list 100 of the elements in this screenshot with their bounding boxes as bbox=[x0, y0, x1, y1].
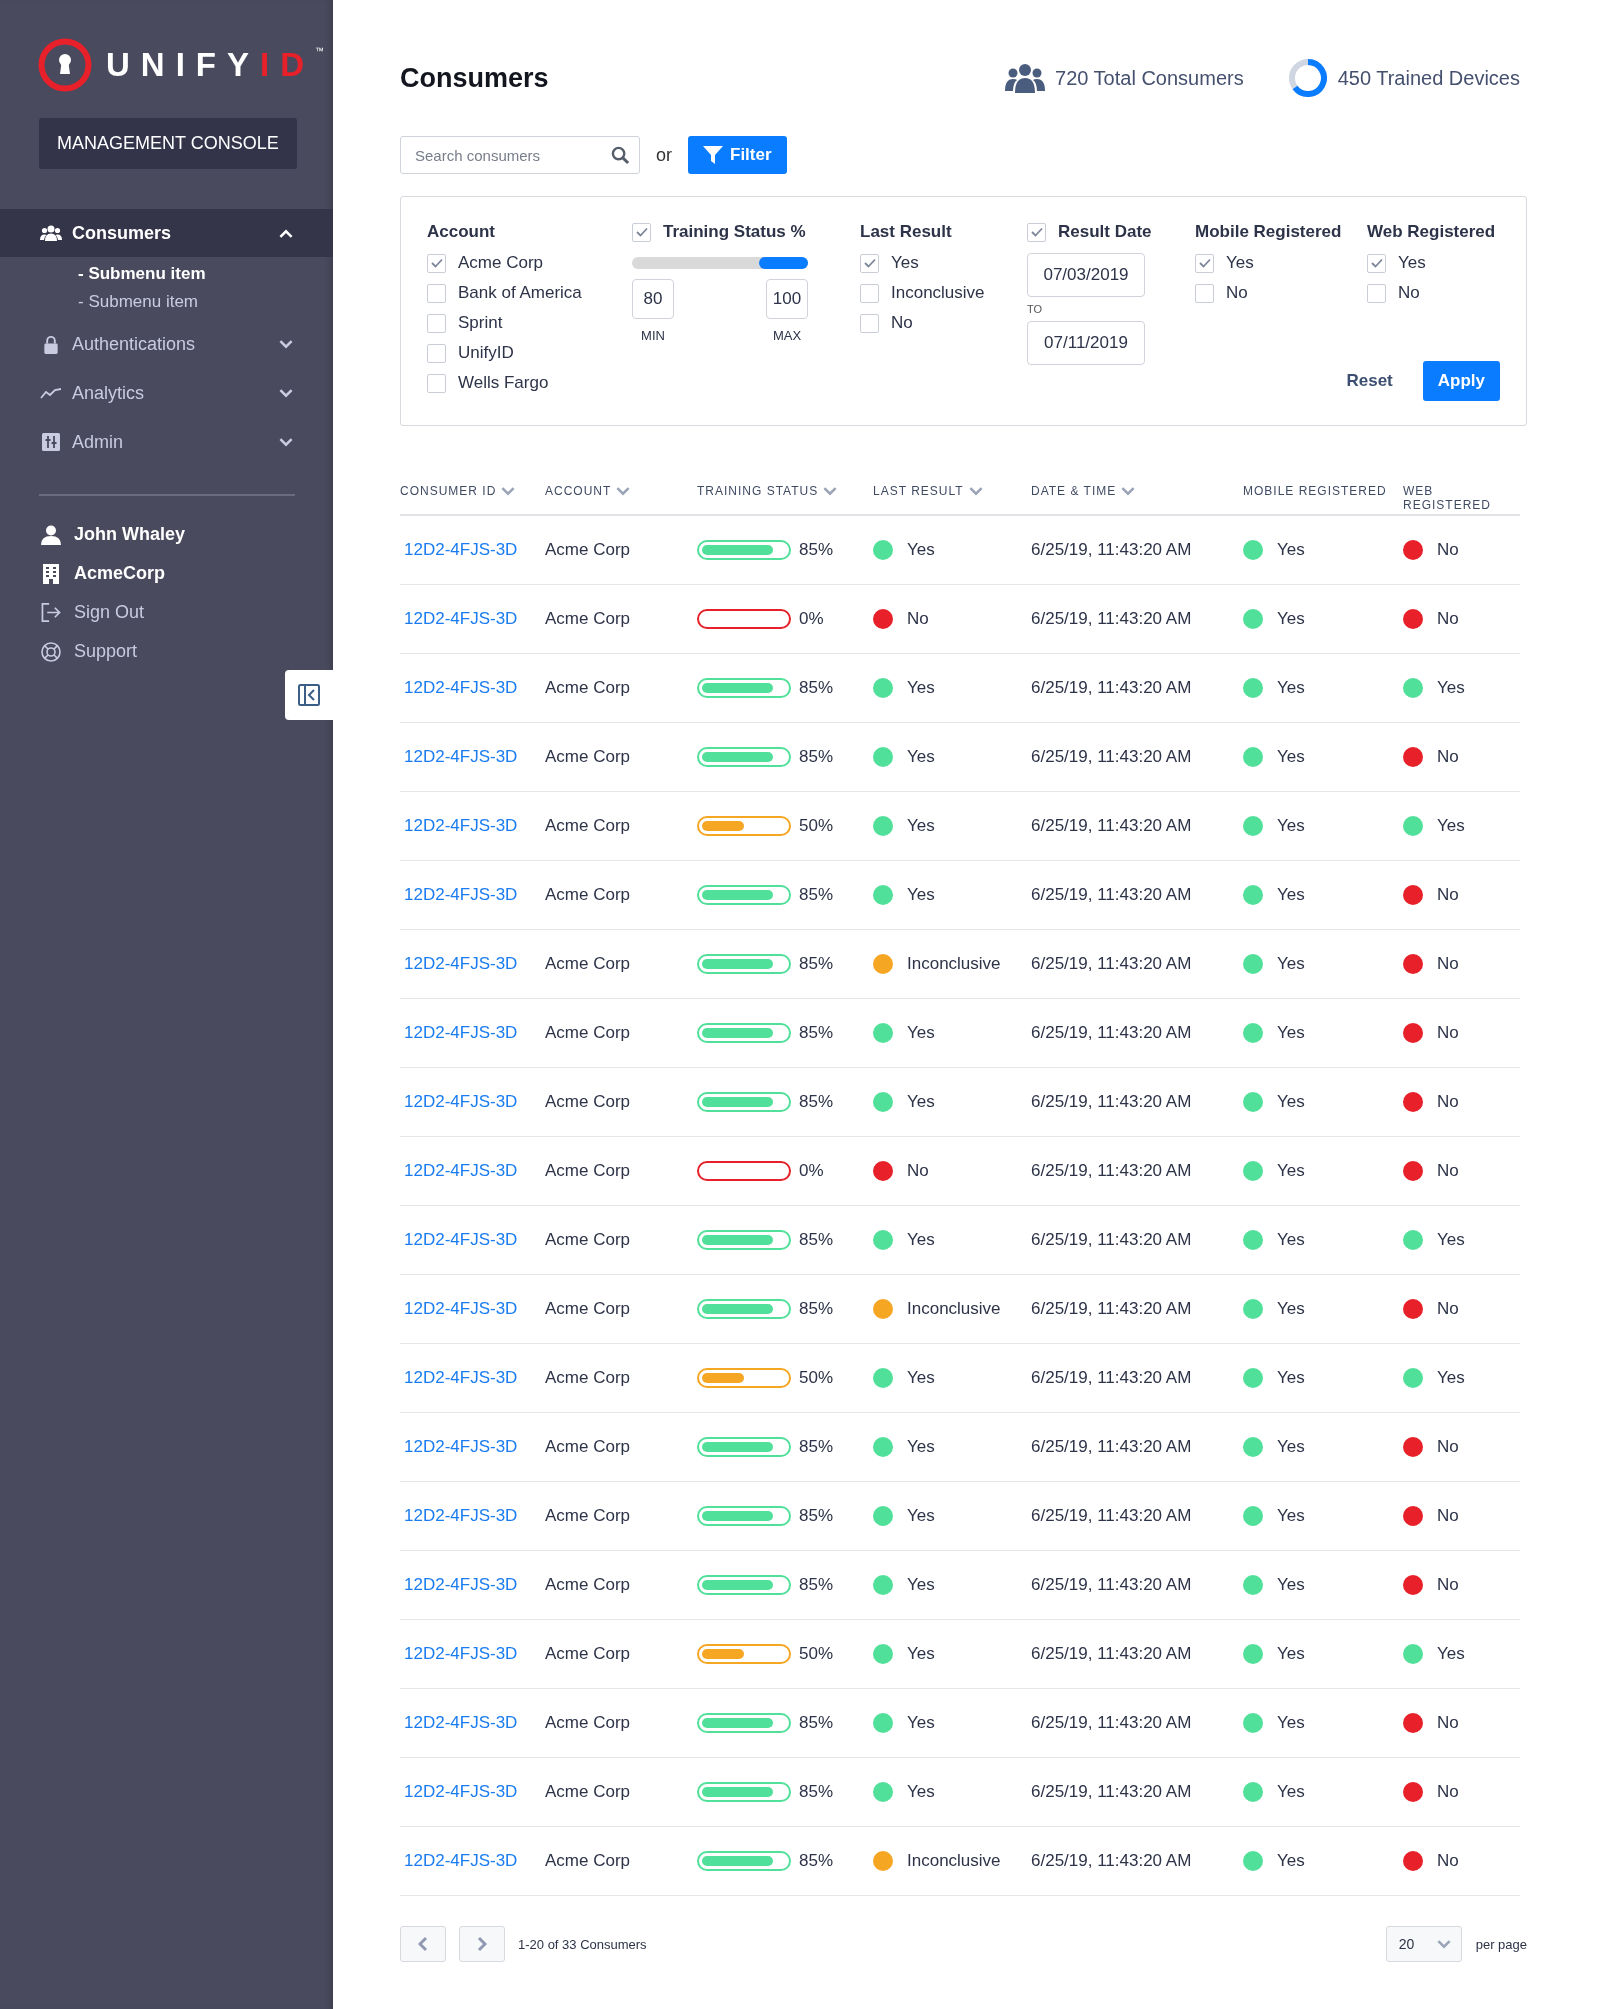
date-time-cell-text: 6/25/19, 11:43:20 AM bbox=[1031, 1161, 1193, 1181]
chevron-down-icon bbox=[279, 437, 293, 447]
checkbox[interactable] bbox=[1367, 253, 1386, 273]
date-field[interactable]: 07/03/2019 bbox=[1027, 253, 1145, 297]
consumer-id-link[interactable]: 12D2-4FJS-3D bbox=[400, 885, 545, 905]
next-page-button[interactable] bbox=[459, 1926, 505, 1962]
previous-page-button[interactable] bbox=[400, 1926, 446, 1962]
range-slider[interactable] bbox=[632, 257, 808, 269]
min-field[interactable]: 80 bbox=[632, 279, 674, 319]
column-header[interactable]: TRAINING STATUS bbox=[697, 484, 873, 498]
checkbox[interactable] bbox=[1195, 253, 1214, 273]
status-text: Inconclusive bbox=[907, 1851, 1001, 1871]
checkbox[interactable] bbox=[632, 222, 651, 242]
checkbox[interactable] bbox=[860, 283, 879, 303]
apply-button[interactable]: Apply bbox=[1422, 361, 1500, 401]
status-text: Yes bbox=[907, 1575, 935, 1595]
consumer-id-link[interactable]: 12D2-4FJS-3D bbox=[400, 1644, 545, 1664]
submenu-item[interactable]: - Submenu item bbox=[78, 264, 333, 284]
people-icon bbox=[40, 225, 62, 241]
checkbox[interactable] bbox=[427, 343, 446, 363]
account-cell-text: Acme Corp bbox=[545, 1575, 632, 1595]
checkbox[interactable] bbox=[427, 253, 446, 273]
or-label: or bbox=[656, 144, 672, 166]
checkbox[interactable] bbox=[1027, 222, 1046, 242]
checkbox[interactable] bbox=[427, 373, 446, 393]
status-text: No bbox=[1437, 1851, 1459, 1871]
column-header: MOBILE REGISTERED bbox=[1243, 484, 1388, 498]
date-time-cell-text: 6/25/19, 11:43:20 AM bbox=[1031, 816, 1193, 836]
max-field[interactable]: 100 bbox=[766, 279, 808, 319]
date-time-cell-text: 6/25/19, 11:43:20 AM bbox=[1031, 678, 1193, 698]
consumer-id-link[interactable]: 12D2-4FJS-3D bbox=[400, 1299, 545, 1319]
consumer-id-link[interactable]: 12D2-4FJS-3D bbox=[400, 1368, 545, 1388]
option-label: UnifyID bbox=[458, 343, 514, 363]
consumer-id-link[interactable]: 12D2-4FJS-3D bbox=[400, 747, 545, 767]
progress-reading: 50% bbox=[799, 816, 834, 836]
lifebuoy-icon bbox=[40, 641, 62, 662]
consumer-id-link[interactable]: 12D2-4FJS-3D bbox=[400, 1230, 545, 1250]
nav-item[interactable]: Analytics bbox=[0, 369, 333, 417]
column-header[interactable]: LAST RESULT bbox=[873, 484, 1031, 498]
filter-button[interactable]: Filter bbox=[688, 136, 787, 174]
nav-item[interactable]: Authentications bbox=[0, 320, 333, 368]
filter-title: Training Status % bbox=[663, 222, 806, 242]
consumer-id-link[interactable]: 12D2-4FJS-3D bbox=[400, 1161, 545, 1181]
consumer-id-link[interactable]: 12D2-4FJS-3D bbox=[400, 540, 545, 560]
consumer-id-link[interactable]: 12D2-4FJS-3D bbox=[400, 678, 545, 698]
status-text: No bbox=[1437, 1437, 1459, 1457]
progress-reading: 0% bbox=[799, 1161, 824, 1181]
consumer-id-link[interactable]: 12D2-4FJS-3D bbox=[400, 1023, 545, 1043]
consumer-id-link[interactable]: 12D2-4FJS-3D bbox=[400, 1092, 545, 1112]
progress-reading: 85% bbox=[799, 1299, 834, 1319]
checkbox[interactable] bbox=[860, 253, 879, 273]
account-link[interactable]: Sign Out bbox=[40, 602, 333, 623]
status-text: Yes bbox=[1277, 747, 1305, 767]
checkbox[interactable] bbox=[427, 313, 446, 333]
max-label: MAX bbox=[772, 328, 802, 343]
account-link[interactable]: Support bbox=[40, 641, 333, 662]
column-header[interactable]: CONSUMER ID bbox=[400, 484, 545, 498]
date-field[interactable]: 07/11/2019 bbox=[1027, 321, 1145, 365]
checkbox[interactable] bbox=[860, 313, 879, 333]
status-text: Yes bbox=[1277, 1023, 1305, 1043]
checkbox[interactable] bbox=[1367, 283, 1386, 303]
status-text: Inconclusive bbox=[907, 1299, 1001, 1319]
checkbox[interactable] bbox=[1195, 283, 1214, 303]
column-header[interactable]: ACCOUNT bbox=[545, 484, 697, 498]
status-text: No bbox=[1437, 885, 1459, 905]
consumer-id-link[interactable]: 12D2-4FJS-3D bbox=[400, 1713, 545, 1733]
collapse-sidebar-button[interactable] bbox=[285, 670, 333, 720]
account-link[interactable]: AcmeCorp bbox=[40, 563, 333, 584]
keyhole-logo-icon bbox=[38, 38, 92, 92]
column-header[interactable]: DATE & TIME bbox=[1031, 484, 1243, 498]
account-link[interactable]: John Whaley bbox=[40, 524, 333, 545]
nav-item[interactable]: Admin bbox=[0, 418, 333, 466]
submenu-item[interactable]: - Submenu item bbox=[78, 292, 333, 312]
chevron-down-icon bbox=[279, 339, 293, 349]
status-text: Yes bbox=[907, 1644, 935, 1664]
status-text: Yes bbox=[1277, 1713, 1305, 1733]
consumer-id-link[interactable]: 12D2-4FJS-3D bbox=[400, 1782, 545, 1802]
consumer-id-link[interactable]: 12D2-4FJS-3D bbox=[400, 1437, 545, 1457]
reset-button[interactable]: Reset bbox=[1346, 371, 1393, 391]
status-text: Yes bbox=[1277, 540, 1305, 560]
consumer-id-link[interactable]: 12D2-4FJS-3D bbox=[400, 609, 545, 629]
progress-reading: 85% bbox=[799, 954, 834, 974]
checkbox[interactable] bbox=[427, 283, 446, 303]
per-page-select[interactable]: 20 bbox=[1385, 1926, 1462, 1962]
status-text: Yes bbox=[1277, 1230, 1305, 1250]
consumer-id-link[interactable]: 12D2-4FJS-3D bbox=[400, 816, 545, 836]
status-text: No bbox=[1437, 1023, 1459, 1043]
consumer-id-link[interactable]: 12D2-4FJS-3D bbox=[400, 1575, 545, 1595]
progress-reading: 85% bbox=[799, 1506, 834, 1526]
consumer-id-link[interactable]: 12D2-4FJS-3D bbox=[400, 1506, 545, 1526]
option-label: Yes bbox=[1398, 253, 1426, 273]
per-page-label: per page bbox=[1475, 1936, 1527, 1952]
chevron-left-icon bbox=[418, 1936, 428, 1952]
console-button[interactable]: MANAGEMENT CONSOLE bbox=[39, 118, 297, 169]
account-cell-text: Acme Corp bbox=[545, 609, 632, 629]
option-label: Inconclusive bbox=[891, 283, 985, 303]
nav-item[interactable]: Consumers bbox=[0, 209, 333, 257]
consumer-id-link[interactable]: 12D2-4FJS-3D bbox=[400, 1851, 545, 1871]
search-field[interactable]: Search consumers bbox=[400, 136, 640, 174]
consumer-id-link[interactable]: 12D2-4FJS-3D bbox=[400, 954, 545, 974]
